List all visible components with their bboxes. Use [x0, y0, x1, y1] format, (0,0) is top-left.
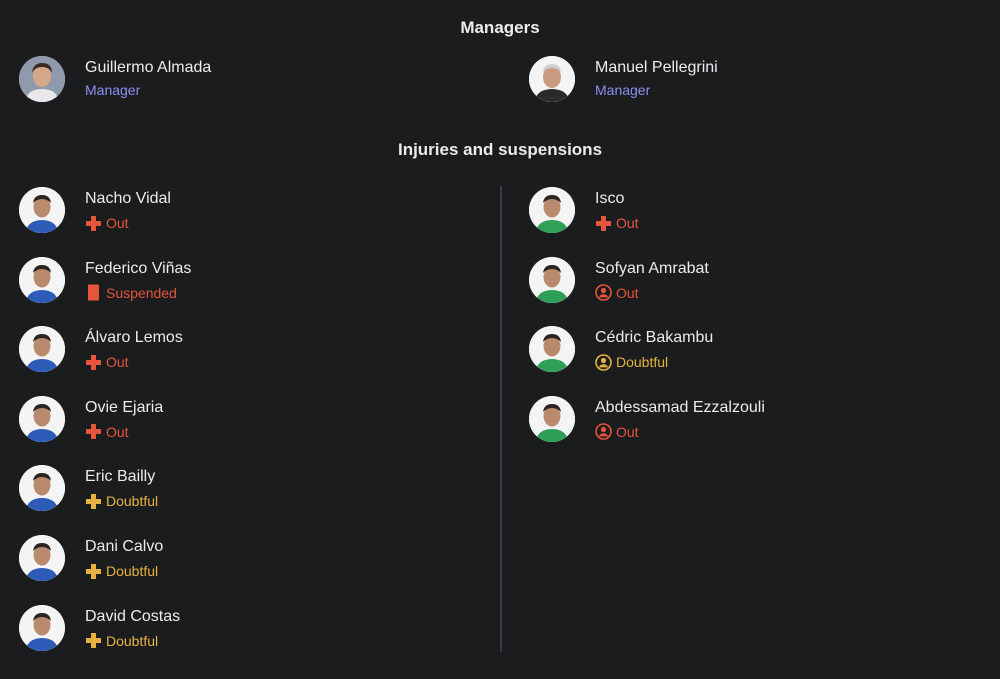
home-player-row[interactable]: Ovie Ejaria Out	[19, 395, 459, 444]
avatar	[529, 187, 575, 233]
status-label: Doubtful	[106, 493, 159, 510]
manager-name: Manuel Pellegrini	[595, 59, 718, 76]
person-unavailable-icon	[595, 284, 612, 301]
away-player-row[interactable]: Isco Out	[529, 187, 969, 235]
away-player-row[interactable]: Cédric Bakambu Doubtful	[529, 326, 969, 374]
player-name: Eric Bailly	[85, 468, 156, 486]
avatar	[529, 56, 575, 102]
avatar	[529, 256, 575, 303]
injury-cross-icon	[85, 215, 102, 232]
player-status: Out	[85, 353, 129, 371]
avatar	[529, 326, 575, 373]
injuries-title: Injuries and suspensions	[397, 140, 603, 159]
home-player-row[interactable]: Eric Bailly Doubtful	[19, 465, 459, 513]
avatar	[19, 604, 65, 651]
home-player-row[interactable]: Federico Viñas Suspended	[19, 256, 459, 305]
status-label: Out	[616, 215, 639, 231]
person-unavailable-icon	[595, 353, 612, 371]
player-name: Federico Viñas	[85, 259, 192, 277]
player-status: Out	[85, 423, 129, 441]
red-card-icon	[85, 284, 102, 301]
home-player-row[interactable]: Nacho Vidal Out	[19, 187, 459, 235]
player-status: Doubtful	[85, 562, 158, 580]
status-label: Out	[616, 284, 639, 301]
home-player-row[interactable]: Dani Calvo Doubtful	[19, 535, 459, 583]
status-label: Doubtful	[616, 354, 669, 371]
injury-cross-icon	[85, 354, 102, 371]
avatar	[19, 326, 65, 373]
manager-row-home[interactable]: Guillermo Almada Manager	[19, 56, 459, 104]
player-status: Suspended	[85, 284, 177, 302]
player-status: Out	[595, 423, 639, 441]
player-name: Dani Calvo	[85, 538, 164, 555]
manager-name: Guillermo Almada	[85, 59, 212, 76]
column-divider	[500, 186, 502, 652]
manager-row-away[interactable]: Manuel Pellegrini Manager	[529, 56, 969, 104]
injury-cross-icon	[595, 215, 612, 232]
player-status: Doubtful	[85, 632, 158, 650]
avatar	[19, 535, 65, 581]
player-status: Out	[595, 214, 639, 232]
avatar	[19, 256, 65, 303]
status-label: Out	[616, 423, 639, 440]
avatar	[19, 56, 65, 102]
managers-title: Managers	[460, 18, 540, 37]
manager-role: Manager	[595, 82, 651, 98]
avatar	[19, 465, 65, 512]
player-name: Sofyan Amrabat	[595, 259, 709, 277]
player-name: Cédric Bakambu	[595, 329, 714, 347]
player-name: Álvaro Lemos	[85, 329, 183, 347]
injury-cross-icon	[85, 493, 102, 510]
status-label: Out	[106, 423, 129, 440]
injury-cross-icon	[85, 563, 102, 580]
away-player-row[interactable]: Sofyan Amrabat Out	[529, 256, 969, 305]
player-status: Out	[595, 284, 639, 302]
player-name: Nacho Vidal	[85, 190, 171, 207]
home-player-row[interactable]: David Costas Doubtful	[19, 604, 459, 653]
manager-role: Manager	[85, 82, 141, 98]
injury-cross-icon	[85, 423, 102, 440]
home-player-row[interactable]: Álvaro Lemos Out	[19, 326, 459, 374]
player-name: Ovie Ejaria	[85, 398, 164, 416]
injury-cross-icon	[85, 632, 102, 649]
player-name: David Costas	[85, 607, 181, 625]
avatar	[529, 395, 575, 442]
status-label: Out	[106, 354, 129, 371]
avatar	[19, 395, 65, 442]
player-name: Abdessamad Ezzalzouli	[595, 398, 765, 416]
player-status: Doubtful	[85, 492, 158, 510]
status-label: Doubtful	[106, 563, 159, 579]
player-status: Out	[85, 214, 129, 232]
status-label: Suspended	[106, 284, 177, 301]
player-status: Doubtful	[595, 353, 668, 371]
status-label: Out	[106, 215, 129, 231]
person-unavailable-icon	[595, 423, 612, 441]
avatar	[19, 187, 65, 233]
player-name: Isco	[595, 190, 625, 207]
away-player-row[interactable]: Abdessamad Ezzalzouli Out	[529, 395, 969, 444]
status-label: Doubtful	[106, 632, 159, 649]
